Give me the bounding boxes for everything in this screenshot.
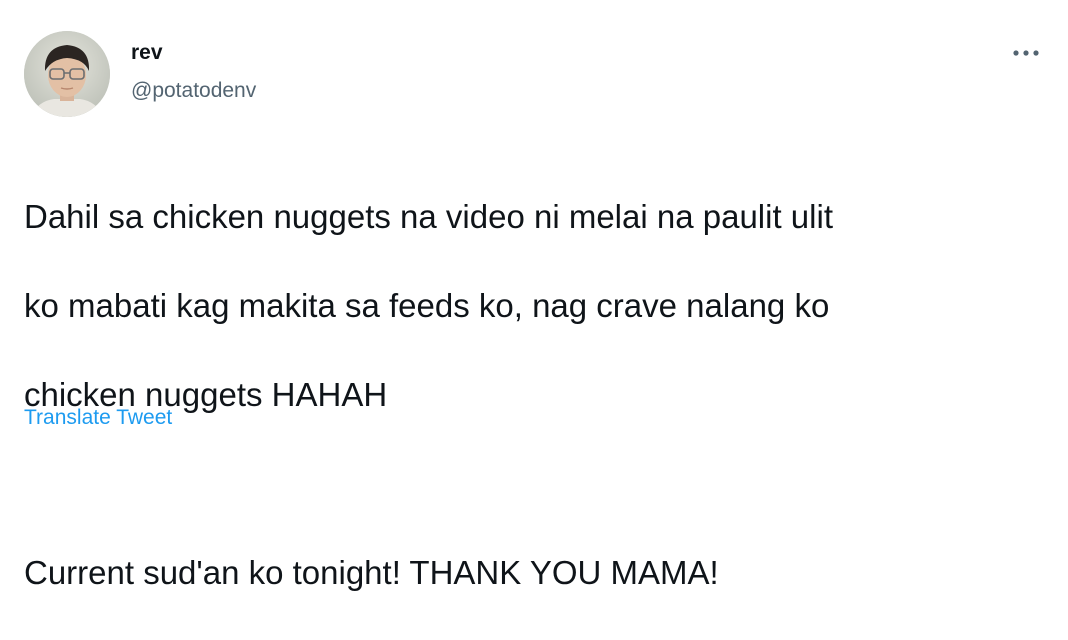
more-options-button[interactable]: [1007, 40, 1045, 66]
tweet-text-line: Current sud'an ko tonight! THANK YOU MAM…: [24, 553, 719, 591]
avatar[interactable]: [24, 31, 110, 117]
user-photo-avatar-icon: [24, 31, 110, 117]
author-info: rev @potatodenv: [131, 40, 256, 104]
tweet-text-line: [24, 462, 1054, 507]
translate-tweet-link[interactable]: Translate Tweet: [24, 405, 172, 431]
tweet-text-line: ko mabati kag makita sa feeds ko, nag cr…: [24, 286, 830, 324]
tweet-text-line: Dahil sa chicken nuggets na video ni mel…: [24, 197, 833, 235]
tweet-card: rev @potatodenv Dahil sa chicken nuggets…: [0, 0, 1068, 591]
more-horizontal-icon: [1013, 50, 1039, 56]
tweet-text: Dahil sa chicken nuggets na video ni mel…: [24, 150, 1054, 640]
author-display-name[interactable]: rev: [131, 40, 256, 66]
author-handle[interactable]: @potatodenv: [131, 78, 256, 104]
tweet-text-line: chicken nuggets HAHAH: [24, 375, 388, 413]
